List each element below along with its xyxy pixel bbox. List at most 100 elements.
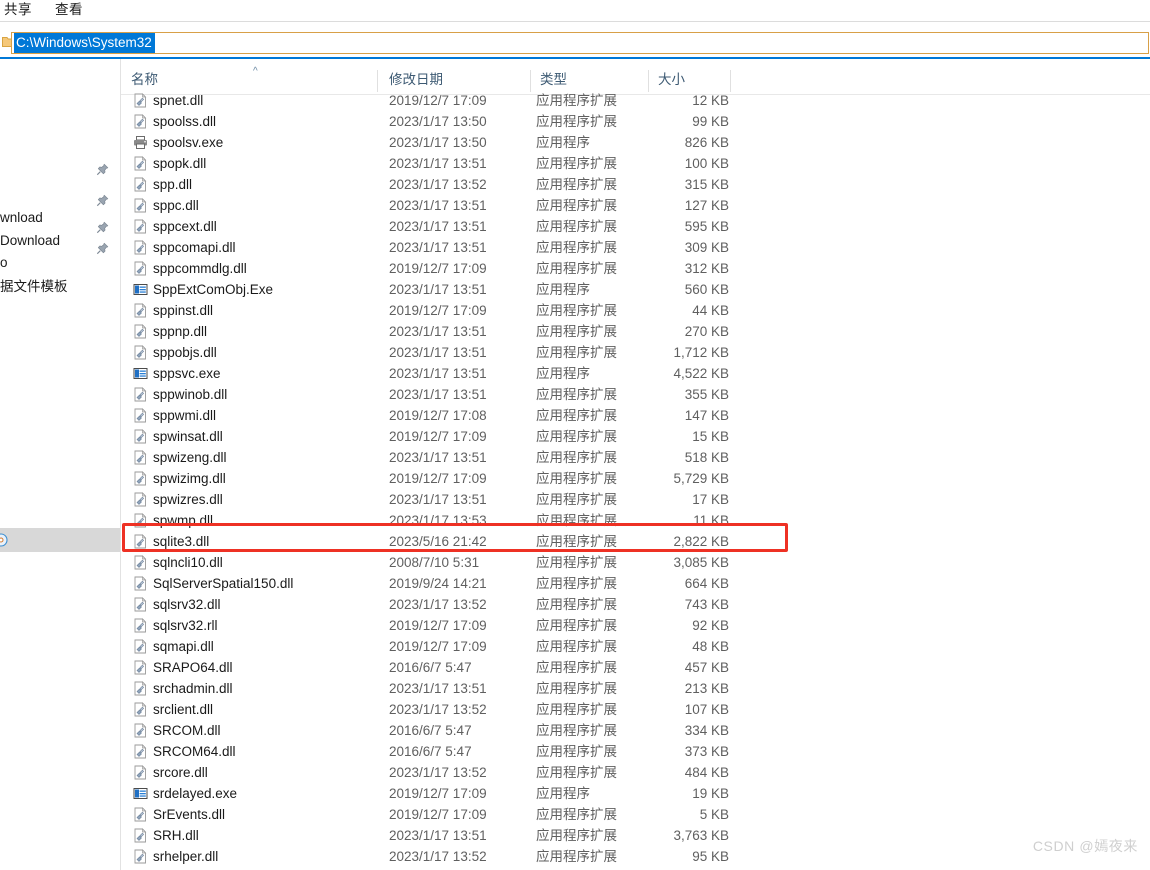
- table-row[interactable]: spopk.dll 2023/1/17 13:51 应用程序扩展 100 KB: [121, 153, 1150, 174]
- table-row[interactable]: srclient.dll 2023/1/17 13:52 应用程序扩展 107 KB: [121, 699, 1150, 720]
- table-row[interactable]: SRCOM.dll 2016/6/7 5:47 应用程序扩展 334 KB: [121, 720, 1150, 741]
- nav-item[interactable]: Download: [0, 229, 121, 253]
- table-row[interactable]: sppcomapi.dll 2023/1/17 13:51 应用程序扩展 309 KB: [121, 237, 1150, 258]
- cell-size: 44 KB: [692, 303, 729, 318]
- table-row[interactable]: SRH.dll 2023/1/17 13:51 应用程序扩展 3,763 KB: [121, 825, 1150, 846]
- column-separator[interactable]: [730, 70, 731, 92]
- cell-name: SppExtComObj.Exe: [153, 282, 274, 297]
- watermark: CSDN @嫣夜来: [1032, 838, 1138, 854]
- cell-name: spnet.dll: [153, 93, 204, 108]
- dll-icon: [133, 408, 148, 423]
- cell-name: sqlsrv32.dll: [153, 597, 221, 612]
- dll-icon: [133, 660, 148, 675]
- cell-name: spoolsv.exe: [153, 135, 224, 150]
- address-input[interactable]: C:\Windows\System32: [11, 32, 1149, 54]
- nav-item[interactable]: o: [0, 251, 121, 275]
- cell-name: sppinst.dll: [153, 303, 214, 318]
- table-row[interactable]: sppc.dll 2023/1/17 13:51 应用程序扩展 127 KB: [121, 195, 1150, 216]
- table-row[interactable]: spwmp.dll 2023/1/17 13:53 应用程序扩展 11 KB: [121, 510, 1150, 531]
- table-row[interactable]: spwinsat.dll 2019/12/7 17:09 应用程序扩展 15 KB: [121, 426, 1150, 447]
- table-row[interactable]: SqlServerSpatial150.dll 2019/9/24 14:21 应用…: [121, 573, 1150, 594]
- table-row[interactable]: sqlncli10.dll 2008/7/10 5:31 应用程序扩展 3,085 K…: [121, 552, 1150, 573]
- table-row[interactable]: SrEvents.dll 2019/12/7 17:09 应用程序扩展 5 KB: [121, 804, 1150, 825]
- table-row[interactable]: sppcommdlg.dll 2019/12/7 17:09 应用程序扩展 312 K…: [121, 258, 1150, 279]
- table-row[interactable]: srcore.dll 2023/1/17 13:52 应用程序扩展 484 KB: [121, 762, 1150, 783]
- dll-icon: [133, 639, 148, 654]
- nav-item-label: o: [0, 255, 8, 270]
- nav-item[interactable]: wnload: [0, 206, 121, 230]
- table-row[interactable]: SRCOM64.dll 2016/6/7 5:47 应用程序扩展 373 KB: [121, 741, 1150, 762]
- table-row[interactable]: SppExtComObj.Exe 2023/1/17 13:51 应用程序 560 K…: [121, 279, 1150, 300]
- table-row[interactable]: sppsvc.exe 2023/1/17 13:51 应用程序 4,522 KB: [121, 363, 1150, 384]
- table-row[interactable]: srhelper.dll 2023/1/17 13:52 应用程序扩展 95 KB: [121, 846, 1150, 867]
- dll-icon: [133, 471, 148, 486]
- cell-size: 595 KB: [684, 219, 729, 234]
- cell-size: 518 KB: [684, 450, 729, 465]
- table-row[interactable]: sppnp.dll 2023/1/17 13:51 应用程序扩展 270 KB: [121, 321, 1150, 342]
- address-path-text: C:\Windows\System32: [14, 33, 155, 53]
- cell-name: SRAPO64.dll: [153, 660, 233, 675]
- table-row[interactable]: srchadmin.dll 2023/1/17 13:51 应用程序扩展 213 KB: [121, 678, 1150, 699]
- pushpin-icon[interactable]: [96, 163, 109, 176]
- cell-date: 2023/1/17 13:51: [389, 198, 487, 213]
- cell-size: 743 KB: [684, 597, 729, 612]
- table-row[interactable]: sppwmi.dll 2019/12/7 17:08 应用程序扩展 147 KB: [121, 405, 1150, 426]
- column-separator[interactable]: [648, 70, 649, 92]
- nav-item[interactable]: 据文件模板: [0, 275, 121, 299]
- cell-name: srchadmin.dll: [153, 681, 233, 696]
- cell-size: 457 KB: [684, 660, 729, 675]
- cell-name: spp.dll: [153, 177, 193, 192]
- dll-icon: [133, 156, 148, 171]
- table-row[interactable]: srdelayed.exe 2019/12/7 17:09 应用程序 19 KB: [121, 783, 1150, 804]
- cell-date: 2019/12/7 17:08: [389, 408, 487, 423]
- cell-date: 2023/1/17 13:51: [389, 282, 487, 297]
- tab-view[interactable]: 查看: [55, 1, 83, 19]
- cell-type: 应用程序: [536, 786, 590, 801]
- cell-date: 2023/1/17 13:53: [389, 513, 487, 528]
- exe-icon: [133, 786, 148, 801]
- table-row[interactable]: sqlite3.dll 2023/5/16 21:42 应用程序扩展 2,822 KB: [121, 531, 1150, 552]
- cell-date: 2023/1/17 13:51: [389, 450, 487, 465]
- cell-name: spwizeng.dll: [153, 450, 227, 465]
- table-row[interactable]: spwizeng.dll 2023/1/17 13:51 应用程序扩展 518 KB: [121, 447, 1150, 468]
- table-row[interactable]: spoolsv.exe 2023/1/17 13:50 应用程序 826 KB: [121, 132, 1150, 153]
- table-row[interactable]: sppwinob.dll 2023/1/17 13:51 应用程序扩展 355 KB: [121, 384, 1150, 405]
- table-row[interactable]: spnet.dll 2019/12/7 17:09 应用程序扩展 12 KB: [121, 90, 1150, 111]
- navigation-pane: wnload Download o 据文件模板: [0, 59, 121, 870]
- address-bar[interactable]: C:\Windows\System32: [0, 30, 1150, 56]
- table-row[interactable]: spwizres.dll 2023/1/17 13:51 应用程序扩展 17 KB: [121, 489, 1150, 510]
- column-separator[interactable]: [377, 70, 378, 92]
- dll-icon: [133, 513, 148, 528]
- table-row[interactable]: spp.dll 2023/1/17 13:52 应用程序扩展 315 KB: [121, 174, 1150, 195]
- table-row[interactable]: spwizimg.dll 2019/12/7 17:09 应用程序扩展 5,729 K…: [121, 468, 1150, 489]
- cell-name: sppcext.dll: [153, 219, 217, 234]
- cell-date: 2019/12/7 17:09: [389, 807, 487, 822]
- dll-icon: [133, 261, 148, 276]
- table-row[interactable]: sqmapi.dll 2019/12/7 17:09 应用程序扩展 48 KB: [121, 636, 1150, 657]
- file-list-area: 名称 ^ 修改日期 类型 大小 spnet.dll 2019/12/7 17:09…: [121, 59, 1150, 870]
- table-row[interactable]: sqlsrv32.dll 2023/1/17 13:52 应用程序扩展 743 KB: [121, 594, 1150, 615]
- table-row[interactable]: spoolss.dll 2023/1/17 13:50 应用程序扩展 99 KB: [121, 111, 1150, 132]
- table-row[interactable]: sppinst.dll 2019/12/7 17:09 应用程序扩展 44 KB: [121, 300, 1150, 321]
- table-row[interactable]: sppcext.dll 2023/1/17 13:51 应用程序扩展 595 KB: [121, 216, 1150, 237]
- cell-date: 2023/1/17 13:52: [389, 849, 487, 864]
- dll-icon: [133, 555, 148, 570]
- cell-date: 2023/1/17 13:52: [389, 597, 487, 612]
- tab-share[interactable]: 共享: [4, 1, 32, 19]
- table-row[interactable]: sppobjs.dll 2023/1/17 13:51 应用程序扩展 1,712 KB: [121, 342, 1150, 363]
- cell-date: 2019/9/24 14:21: [389, 576, 487, 591]
- cell-name: spwizres.dll: [153, 492, 223, 507]
- column-separator[interactable]: [530, 70, 531, 92]
- cell-date: 2023/1/17 13:51: [389, 828, 487, 843]
- nav-item[interactable]: [0, 528, 121, 552]
- table-row[interactable]: SRAPO64.dll 2016/6/7 5:47 应用程序扩展 457 KB: [121, 657, 1150, 678]
- cell-date: 2008/7/10 5:31: [389, 555, 480, 570]
- table-row[interactable]: sqlsrv32.rll 2019/12/7 17:09 应用程序扩展 92 KB: [121, 615, 1150, 636]
- cell-size: 484 KB: [684, 765, 729, 780]
- cell-date: 2023/1/17 13:50: [389, 135, 487, 150]
- cell-size: 213 KB: [684, 681, 729, 696]
- exe-icon: [133, 366, 148, 381]
- cell-size: 48 KB: [692, 639, 729, 654]
- nav-item-label: Download: [0, 233, 61, 248]
- cell-size: 127 KB: [684, 198, 729, 213]
